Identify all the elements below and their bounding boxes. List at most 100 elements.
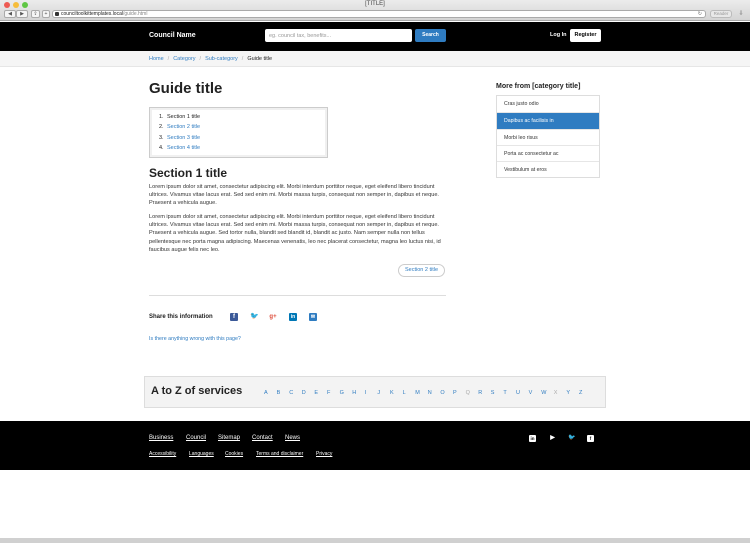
next-section-button[interactable]: Section 2 title (398, 264, 445, 277)
sidebar-item[interactable]: Vestibulum at eros (497, 161, 599, 177)
breadcrumb-separator: / (199, 56, 202, 62)
email-icon[interactable]: ✉ (309, 313, 317, 321)
a-to-z-letter-a[interactable]: A (264, 390, 268, 396)
body-paragraph: Lorem ipsum dolor sit amet, consectetur … (149, 214, 441, 253)
register-button[interactable]: Register (570, 29, 601, 42)
a-to-z-letter-y[interactable]: Y (566, 390, 570, 396)
toc-number: 4. (159, 144, 164, 151)
a-to-z-letter-e[interactable]: E (314, 390, 318, 396)
footer-link-business[interactable]: Business (149, 435, 173, 441)
sidebar-title: More from [category title] (496, 83, 581, 90)
a-to-z-letter-u[interactable]: U (516, 390, 520, 396)
a-to-z-letter-l[interactable]: L (403, 390, 406, 396)
a-to-z-letter-p[interactable]: P (453, 390, 457, 396)
a-to-z-letter-r[interactable]: R (478, 390, 482, 396)
sidebar-item-active[interactable]: Dapibus ac facilisis in (497, 112, 599, 129)
a-to-z-letter-w[interactable]: W (541, 390, 546, 396)
breadcrumb-bar: Home / Category / Sub-category / Guide t… (0, 51, 750, 67)
page-title: Guide title (149, 80, 223, 97)
toc-item[interactable]: 4. Section 4 title (159, 145, 200, 155)
forward-icon: ▶ (20, 11, 24, 17)
body-paragraph: Lorem ipsum dolor sit amet, consectetur … (149, 184, 439, 207)
search-input[interactable] (265, 29, 412, 42)
a-to-z-letter-t[interactable]: T (503, 390, 506, 396)
toc-item[interactable]: 1. Section 1 title (159, 114, 200, 124)
login-link[interactable]: Log In (550, 32, 567, 38)
forward-button[interactable]: ▶ (16, 10, 28, 18)
toc-label: Section 1 title (167, 114, 201, 120)
a-to-z-letter-c[interactable]: C (289, 390, 293, 396)
youtube-icon[interactable]: ▶ (549, 435, 556, 442)
add-bookmark-button[interactable]: + (42, 10, 50, 18)
search-button[interactable]: Search (415, 29, 446, 42)
address-bar[interactable]: counciltoolkittemplates.local/guide.html… (52, 10, 706, 18)
a-to-z-letter-d[interactable]: D (302, 390, 306, 396)
toc-label[interactable]: Section 2 title (167, 124, 200, 134)
a-to-z-letter-h[interactable]: H (352, 390, 356, 396)
toc-item[interactable]: 2. Section 2 title (159, 124, 200, 134)
sidebar-item[interactable]: Cras justo odio (497, 96, 599, 112)
a-to-z-letter-v[interactable]: V (529, 390, 533, 396)
a-to-z-letter-k[interactable]: K (390, 390, 394, 396)
toc-label[interactable]: Section 4 title (167, 145, 200, 155)
share-button[interactable]: ⇪ (31, 10, 40, 18)
linkedin-icon[interactable]: in (289, 313, 297, 321)
site-header: Council Name Search Log In Register (0, 22, 750, 51)
reader-button[interactable]: Reader (710, 10, 732, 18)
linkedin-icon[interactable]: in (529, 435, 536, 442)
a-to-z-letter-g[interactable]: G (340, 390, 344, 396)
footer-link-council[interactable]: Council (186, 435, 206, 441)
a-to-z-panel: A to Z of services A B C D E F G H I J K L M N O P Q R S T U… (144, 376, 606, 408)
footer-link-privacy[interactable]: Privacy (316, 451, 332, 457)
a-to-z-title: A to Z of services (151, 385, 243, 397)
a-to-z-letter-i[interactable]: I (365, 390, 367, 396)
footer-link-sitemap[interactable]: Sitemap (218, 435, 240, 441)
breadcrumb-subcategory[interactable]: Sub-category (205, 56, 238, 62)
breadcrumb-current: Guide title (247, 56, 273, 62)
breadcrumb-separator: / (241, 56, 244, 62)
a-to-z-letter-n[interactable]: N (428, 390, 432, 396)
reload-icon[interactable]: ↻ (698, 11, 702, 17)
footer-link-contact[interactable]: Contact (252, 435, 273, 441)
table-of-contents: 1. Section 1 title 2. Section 2 title 3. Se… (149, 107, 328, 158)
download-icon[interactable]: ⇩ (736, 10, 746, 18)
facebook-icon[interactable]: f (587, 435, 594, 442)
back-icon: ◀ (8, 11, 12, 17)
twitter-icon[interactable]: 🐦 (250, 313, 259, 321)
footer-link-accessibility[interactable]: Accessibility (149, 451, 176, 457)
back-button[interactable]: ◀ (4, 10, 16, 18)
sidebar-list: Cras justo odio Dapibus ac facilisis in … (496, 95, 600, 179)
footer-link-terms[interactable]: Terms and disclaimer (256, 451, 303, 457)
toc-number: 1. (159, 114, 164, 120)
a-to-z-letter-q: Q (465, 390, 470, 396)
twitter-icon[interactable]: 🐦 (568, 435, 575, 442)
share-label: Share this information (149, 314, 213, 320)
toc-number: 3. (159, 134, 164, 141)
site-footer: Business Council Sitemap Contact News Ac… (0, 421, 750, 470)
site-brand[interactable]: Council Name (149, 32, 196, 39)
a-to-z-letter-m[interactable]: M (415, 390, 420, 396)
a-to-z-letter-j[interactable]: J (377, 390, 380, 396)
sidebar-item[interactable]: Porta ac consectetur ac (497, 144, 599, 161)
breadcrumb: Home / Category / Sub-category / Guide t… (149, 56, 272, 62)
google-plus-icon[interactable]: g+ (269, 313, 277, 321)
a-to-z-letter-x: X (553, 390, 558, 396)
facebook-icon[interactable]: f (230, 313, 238, 321)
a-to-z-letter-f[interactable]: F (327, 390, 330, 396)
footer-link-languages[interactable]: Languages (189, 451, 214, 457)
a-to-z-letter-b[interactable]: B (277, 390, 281, 396)
breadcrumb-separator: / (167, 56, 170, 62)
sidebar-item[interactable]: Morbi leo risus (497, 128, 599, 145)
a-to-z-letter-o[interactable]: O (440, 390, 444, 396)
breadcrumb-home[interactable]: Home (149, 56, 164, 62)
footer-link-cookies[interactable]: Cookies (225, 451, 243, 457)
breadcrumb-category[interactable]: Category (173, 56, 195, 62)
plus-icon: + (44, 11, 48, 17)
a-to-z-letter-s[interactable]: S (491, 390, 495, 396)
a-to-z-letter-z[interactable]: Z (579, 390, 582, 396)
toc-label[interactable]: Section 3 title (167, 135, 200, 145)
report-problem-link[interactable]: Is there anything wrong with this page? (149, 336, 241, 342)
footer-link-news[interactable]: News (285, 435, 300, 441)
toc-item[interactable]: 3. Section 3 title (159, 135, 200, 145)
page-icon (55, 12, 59, 16)
